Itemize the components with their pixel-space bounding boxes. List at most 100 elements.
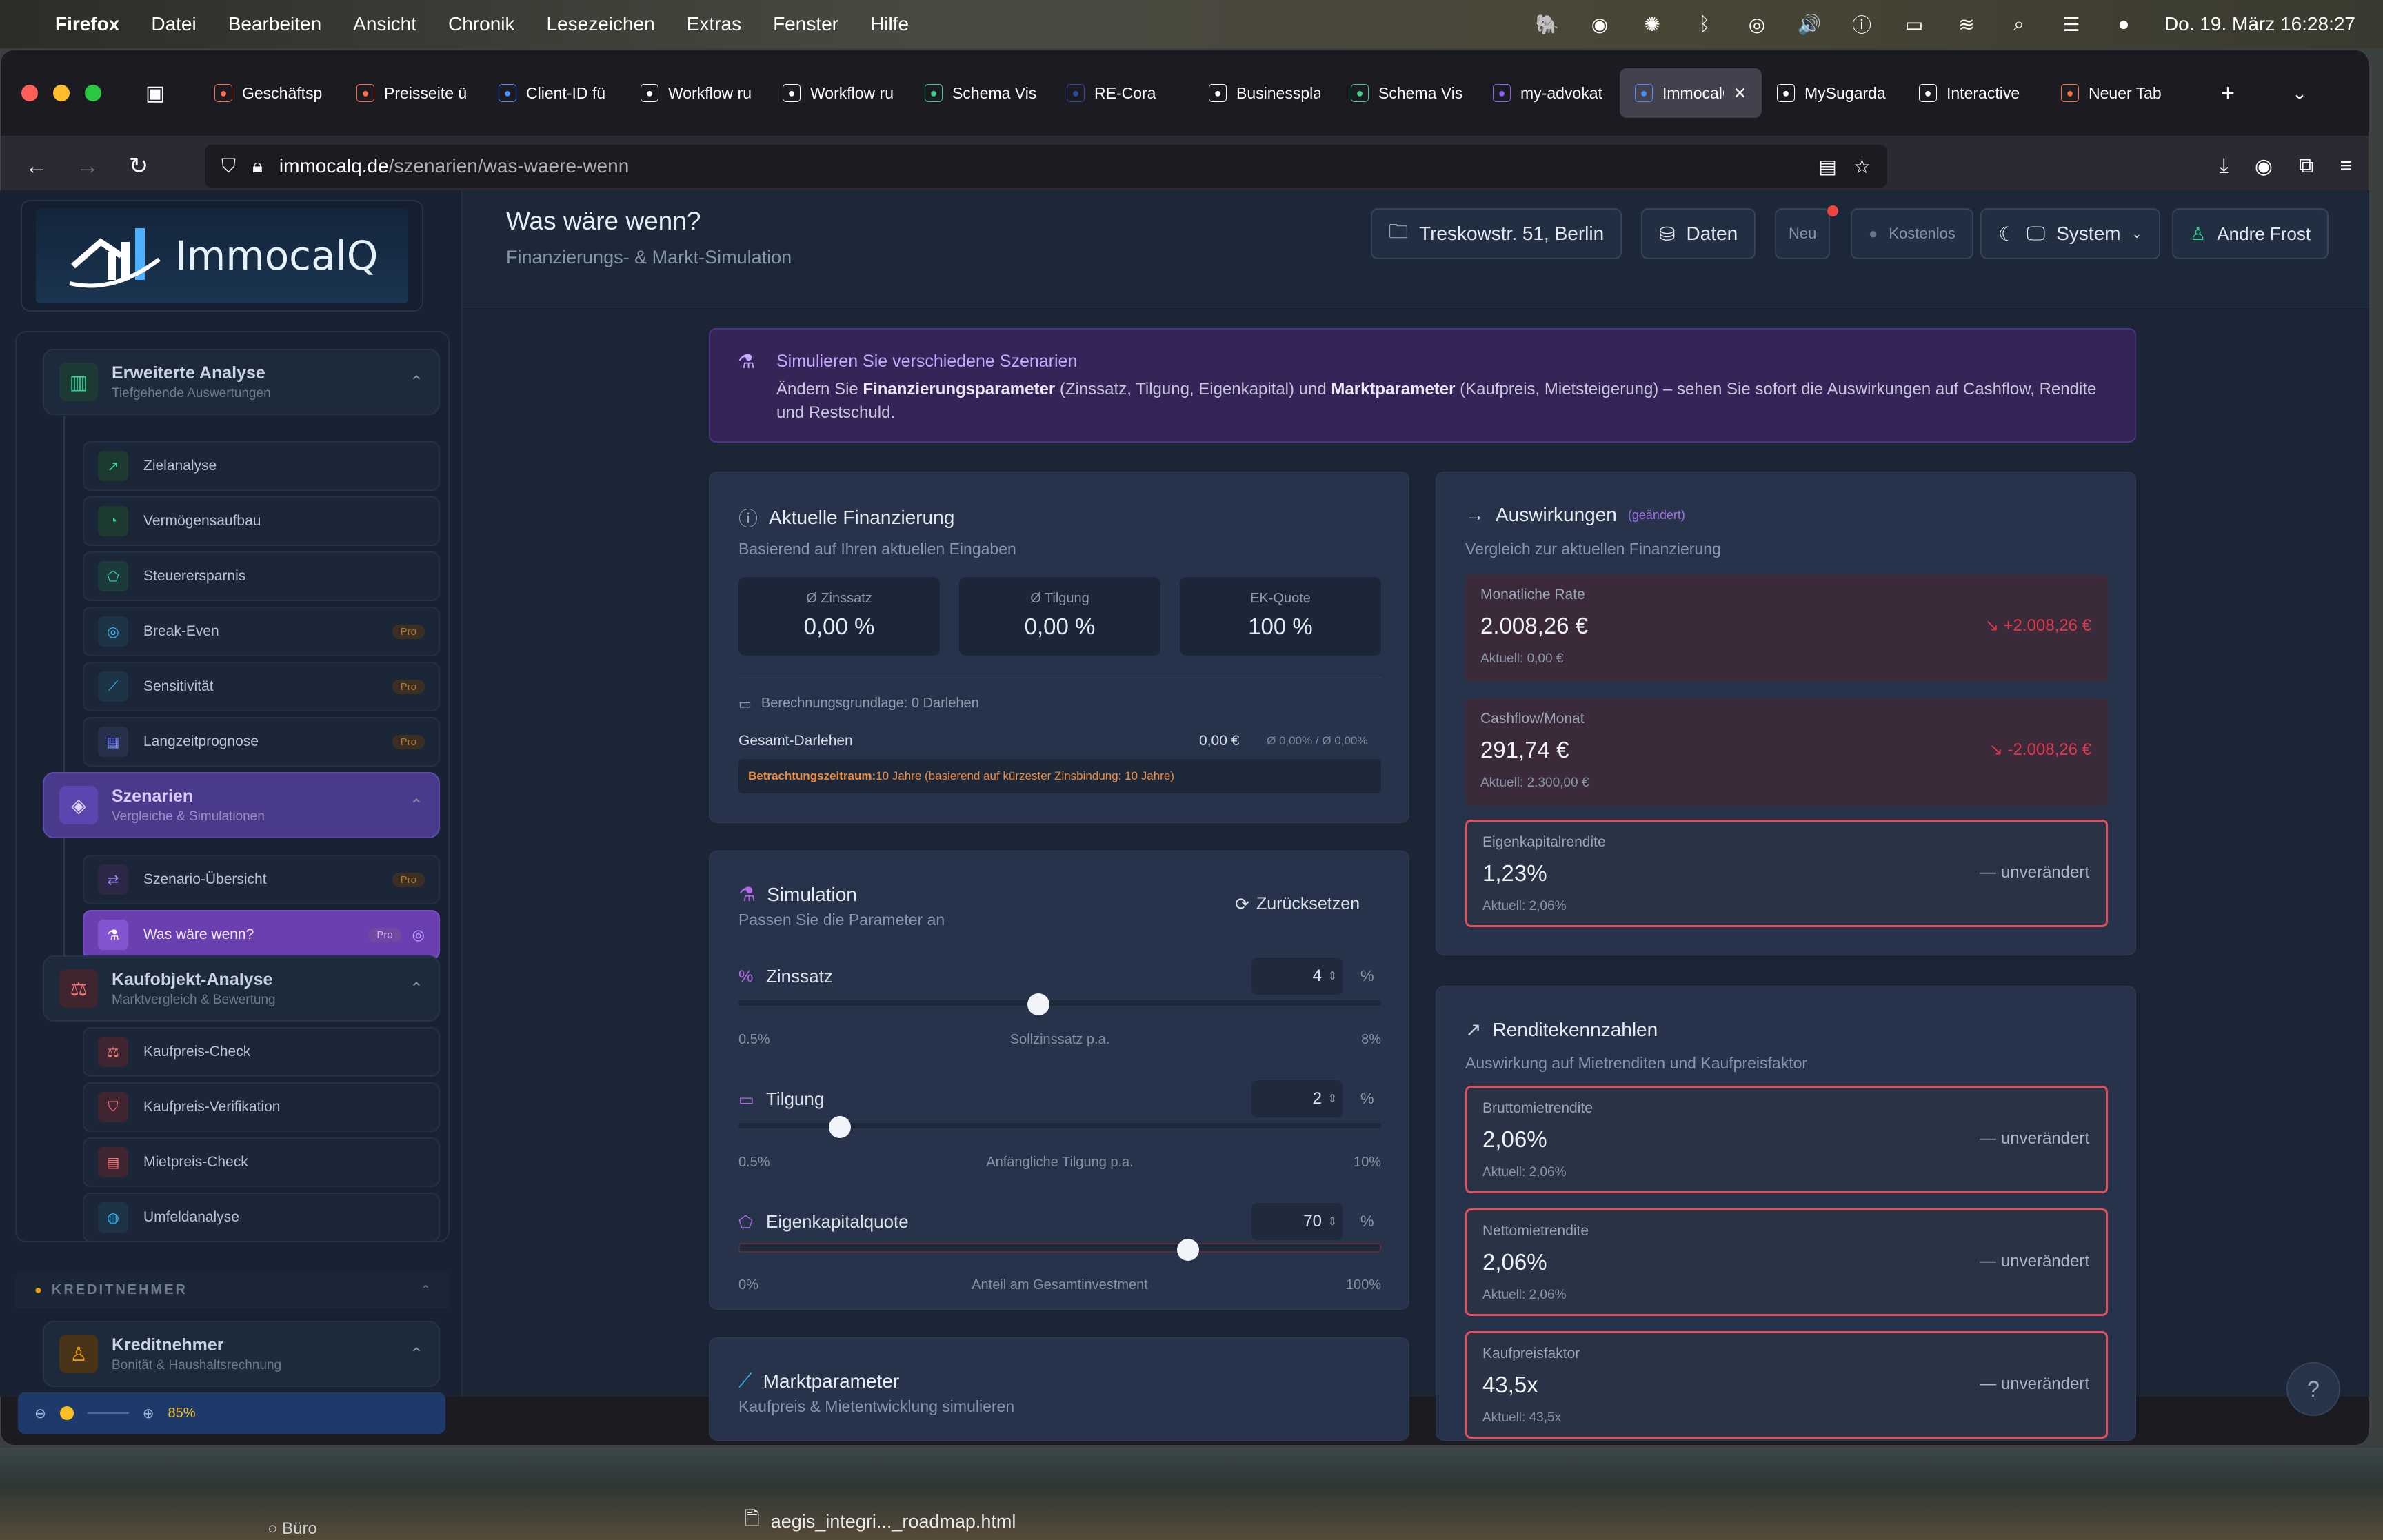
menu-ansicht[interactable]: Ansicht — [353, 13, 416, 35]
sidebar-item-vermoegensaufbau[interactable]: ◔ Vermögensaufbau — [83, 496, 440, 546]
bookmark-star-icon[interactable]: ☆ — [1853, 155, 1871, 178]
bluetooth-icon[interactable]: ᛒ — [1693, 12, 1716, 36]
tilgung-input[interactable]: 2 ⇕ — [1251, 1080, 1343, 1117]
menu-chronik[interactable]: Chronik — [448, 13, 514, 35]
nav-group-erweiterte-analyse[interactable]: ▥ Erweiterte Analyse Tiefgehende Auswertu… — [43, 349, 440, 415]
theme-toggle-button[interactable]: ☾ 🖵 System ⌄ — [1980, 208, 2160, 259]
minimize-window-button[interactable] — [53, 85, 70, 101]
maximize-window-button[interactable] — [85, 85, 101, 101]
sidebar-item-sensitivitaet[interactable]: ⟋ Sensitivität Pro — [83, 662, 440, 711]
logo-card[interactable]: ImmocalQ — [21, 200, 423, 312]
reload-icon[interactable]: ↻ — [119, 147, 158, 185]
github-icon: ● — [641, 84, 658, 102]
menu-datei[interactable]: Datei — [151, 13, 196, 35]
sidebar-item-steuerersparnis[interactable]: ⬠ Steuerersparnis — [83, 551, 440, 601]
menu-hilfe[interactable]: Hilfe — [870, 13, 909, 35]
menu-fenster[interactable]: Fenster — [773, 13, 838, 35]
slider-track[interactable] — [738, 1000, 1381, 1006]
slider-thumb[interactable] — [1177, 1239, 1200, 1261]
zoom-out-icon[interactable]: ⊖ — [34, 1405, 46, 1422]
sidebar-item-umfeldanalyse[interactable]: ◍ Umfeldanalyse — [83, 1193, 440, 1242]
close-window-button[interactable] — [21, 85, 38, 101]
nav-group-kreditnehmer[interactable]: ♙ Kreditnehmer Bonität & Haushaltsrechnun… — [43, 1321, 440, 1387]
browser-tab[interactable]: ● Schema Vis — [909, 68, 1052, 118]
battery-icon[interactable]: ▭ — [1902, 12, 1926, 36]
openai-icon[interactable]: ✺ — [1640, 12, 1664, 36]
browser-tab[interactable]: ● Workflow ru — [767, 68, 909, 118]
user-menu-button[interactable]: ♙ Andre Frost — [2172, 208, 2329, 259]
sidebar-item-zielanalyse[interactable]: ↗ Zielanalyse — [83, 441, 440, 491]
sidebar-item-langzeitprognose[interactable]: ▦ Langzeitprognose Pro — [83, 717, 440, 767]
siri-icon[interactable]: ● — [2112, 12, 2135, 36]
zoom-slider-track[interactable] — [87, 1412, 129, 1414]
close-tab-icon[interactable]: ✕ — [1733, 84, 1747, 103]
browser-tab[interactable]: ● ImmocalQ ✕ — [1620, 68, 1762, 118]
sidebar-item-was-waere-wenn[interactable]: ⚗ Was wäre wenn? Pro ◎ — [83, 910, 440, 960]
browser-tab[interactable]: ● Geschäftsp — [199, 68, 341, 118]
sidebar-item-break-even[interactable]: ◎ Break-Even Pro — [83, 607, 440, 656]
desktop-file[interactable]: 🗎 aegis_integri..._roadmap.html — [745, 1506, 1016, 1537]
browser-tab[interactable]: ● Client-ID fü — [483, 68, 625, 118]
zinssatz-input[interactable]: 4 ⇕ — [1251, 958, 1343, 995]
vpn-icon[interactable]: ◉ — [1588, 12, 1611, 36]
slider-track[interactable] — [738, 1243, 1381, 1253]
neu-badge[interactable]: Neu — [1775, 208, 1831, 259]
menu-app[interactable]: Firefox — [55, 13, 119, 35]
sidebar-item-kaufpreis-check[interactable]: ⚖ Kaufpreis-Check — [83, 1027, 440, 1077]
browser-tab[interactable]: ● Schema Vis — [1336, 68, 1478, 118]
reader-view-icon[interactable]: ▤ — [1818, 155, 1836, 178]
sidebar-item-kaufpreis-verifikation[interactable]: ⛉ Kaufpreis-Verifikation — [83, 1082, 440, 1132]
clock[interactable]: Do. 19. März 16:28:27 — [2164, 13, 2355, 35]
browser-tab[interactable]: ● Workflow ru — [625, 68, 767, 118]
info-circle-icon[interactable]: ⓘ — [1850, 12, 1873, 36]
browser-tab[interactable]: ● Preisseite ü — [341, 68, 483, 118]
control-center-icon[interactable]: ☰ — [2060, 12, 2083, 36]
zoom-slider-thumb[interactable] — [59, 1406, 74, 1420]
menu-extras[interactable]: Extras — [687, 13, 741, 35]
slider-thumb[interactable] — [1027, 993, 1050, 1015]
search-icon[interactable]: ⌕ — [2007, 12, 2031, 36]
sidebar-item-mietpreis-check[interactable]: ▤ Mietpreis-Check — [83, 1137, 440, 1187]
slider-thumb[interactable] — [829, 1116, 852, 1138]
hamburger-menu-icon[interactable]: ≡ — [2340, 154, 2352, 179]
back-arrow-icon[interactable]: ← — [17, 147, 56, 185]
forward-arrow-icon[interactable]: → — [68, 147, 107, 185]
sidebar-item-szenario-uebersicht[interactable]: ⇄ Szenario-Übersicht Pro — [83, 855, 440, 904]
reset-button[interactable]: ⟳ Zurücksetzen — [1235, 894, 1360, 915]
browser-tab[interactable]: ● Neuer Tab — [2046, 68, 2188, 118]
stepper-icon[interactable]: ⇕ — [1328, 969, 1337, 983]
tracking-shield-icon[interactable]: ⛉ — [221, 155, 236, 178]
menu-bearbeiten[interactable]: Bearbeiten — [228, 13, 321, 35]
nav-group-szenarien[interactable]: ◈ Szenarien Vergleiche & Simulationen ⌃ — [43, 772, 440, 838]
impact-current: Aktuell: 43,5x — [1482, 1410, 1562, 1425]
account-icon[interactable]: ◉ — [2255, 154, 2273, 179]
browser-tab[interactable]: ● Businesspla — [1194, 68, 1336, 118]
eigenkapitalquote-input[interactable]: 70 ⇕ — [1251, 1203, 1343, 1240]
extensions-icon[interactable]: ⧉ — [2299, 154, 2313, 179]
menu-lesezeichen[interactable]: Lesezeichen — [546, 13, 654, 35]
stepper-icon[interactable]: ⇕ — [1328, 1215, 1337, 1228]
download-icon[interactable]: ⤓ — [2220, 154, 2229, 179]
browser-tab[interactable]: ● MySugarda — [1762, 68, 1904, 118]
browser-tab[interactable]: ● RE-Cora — [1052, 68, 1194, 118]
browser-tab[interactable]: ● Interactive — [1904, 68, 2046, 118]
section-kreditnehmer-header[interactable]: ● KREDITNEHMER ⌃ — [15, 1271, 450, 1308]
list-tabs-icon[interactable]: ⌄ — [2280, 74, 2319, 112]
nav-group-kaufobjekt-analyse[interactable]: ⚖ Kaufobjekt-Analyse Marktvergleich & Bew… — [43, 955, 440, 1022]
zoom-control[interactable]: ⊖ ⊕ 85% — [18, 1392, 445, 1434]
help-button[interactable]: ? — [2286, 1362, 2340, 1416]
daten-button[interactable]: ⛁ Daten — [1641, 208, 1756, 259]
plan-badge[interactable]: ● Kostenlos — [1851, 208, 1973, 259]
wifi-icon[interactable]: ≋ — [1955, 12, 1978, 36]
property-select-button[interactable]: 🗀 Treskowstr. 51, Berlin — [1371, 208, 1622, 259]
user-circle-icon[interactable]: ◎ — [1745, 12, 1769, 36]
tab-overview-icon[interactable]: ▣ — [136, 74, 174, 112]
desktop-folder-label[interactable]: ○ Büro — [268, 1519, 317, 1539]
url-bar[interactable]: ⛉ 🔒︎ immocalq.de/szenarien/was-waere-wen… — [205, 145, 1887, 188]
zoom-in-icon[interactable]: ⊕ — [143, 1405, 154, 1422]
browser-tab[interactable]: ● my-advokat — [1478, 68, 1620, 118]
elephant-icon[interactable]: 🐘 — [1536, 12, 1560, 36]
stepper-icon[interactable]: ⇕ — [1328, 1092, 1337, 1106]
new-tab-button[interactable]: + — [2209, 74, 2247, 112]
volume-icon[interactable]: 🔊 — [1798, 12, 1822, 36]
